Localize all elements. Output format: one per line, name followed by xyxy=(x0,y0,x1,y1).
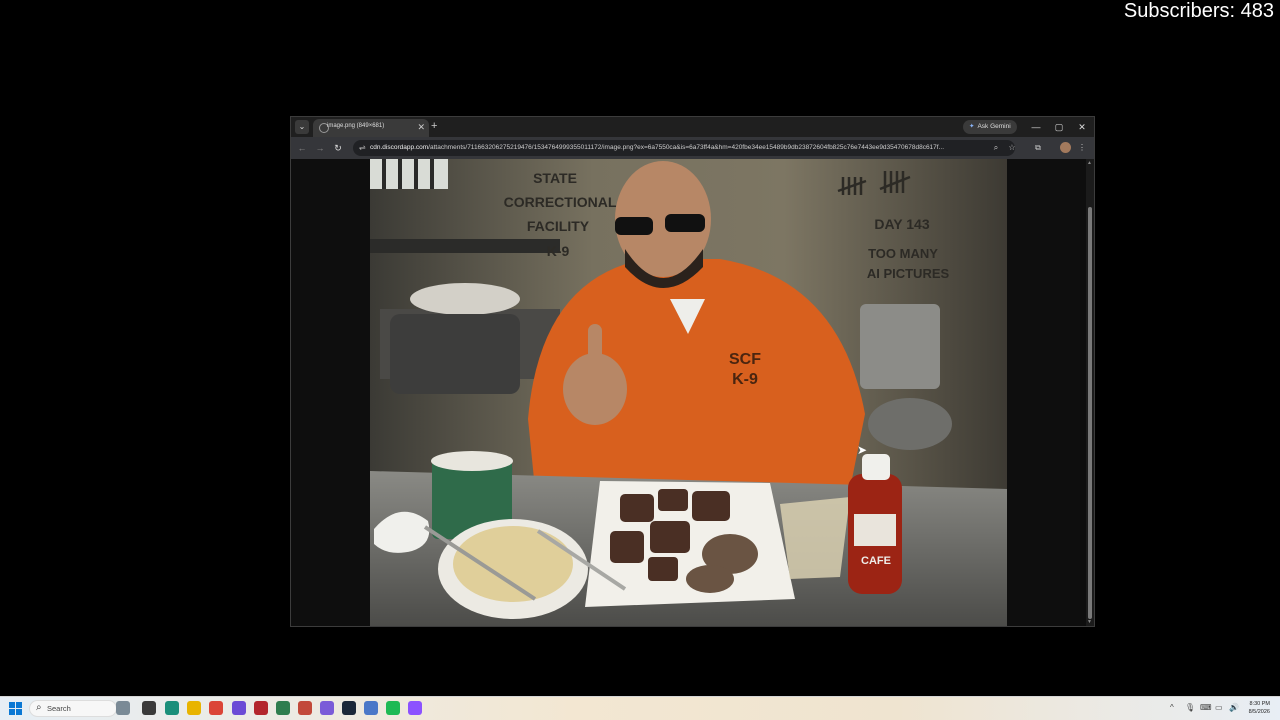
search-placeholder: Search xyxy=(47,704,71,713)
taskbar-app-grid-icon[interactable] xyxy=(320,701,334,715)
browser-window: ⌄ image.png (849×681) ✕ + ✦ Ask Gemini — … xyxy=(290,116,1095,627)
displayed-image[interactable]: STATE CORRECTIONAL FACILITY K-9 DAY 143 … xyxy=(370,159,1007,626)
taskbar-app-purple-icon[interactable] xyxy=(232,701,246,715)
ask-gemini-button[interactable]: ✦ Ask Gemini xyxy=(963,120,1017,134)
microphone-icon[interactable]: 🎙 xyxy=(1185,703,1195,713)
taskbar-app-blue-icon[interactable] xyxy=(364,701,378,715)
extensions-icon[interactable]: ⧉ xyxy=(1031,141,1045,155)
mouse-cursor-icon: ➤ xyxy=(857,443,868,457)
wall-text-state: STATE xyxy=(533,170,577,186)
scroll-down-arrow-icon[interactable]: ▼ xyxy=(1087,619,1092,625)
search-icon: ⌕ xyxy=(36,702,42,713)
shirt-text-k9: K-9 xyxy=(732,371,758,388)
taskbar-app-green-icon[interactable] xyxy=(276,701,290,715)
close-window-button[interactable]: ✕ xyxy=(1075,120,1089,134)
back-arrow-icon[interactable]: ← xyxy=(295,141,309,155)
close-icon[interactable]: ✕ xyxy=(417,122,425,132)
taskbar-edge-icon[interactable] xyxy=(165,701,179,715)
gemini-sparkle-icon: ✦ xyxy=(969,123,975,130)
url-text[interactable]: cdn.discordapp.com/attachments/711663206… xyxy=(370,143,990,153)
maximize-button[interactable]: ▢ xyxy=(1052,120,1066,134)
taskbar-app-red-icon[interactable] xyxy=(254,701,268,715)
wall-text-facility: FACILITY xyxy=(527,218,590,234)
desktop: Subscribers: 483 ⌄ image.png (849×681) ✕… xyxy=(0,0,1280,696)
windows-taskbar: ⌕ Search ^ 🎙 ⌨ ▭ 🔊 8:30 PM 8/5/2026 xyxy=(0,696,1280,720)
tab-title: image.png (849×681) xyxy=(327,123,385,129)
bottle-label: CAFE xyxy=(861,555,891,567)
system-clock[interactable]: 8:30 PM 8/5/2026 xyxy=(1249,700,1270,716)
taskbar-app-violet-icon[interactable] xyxy=(408,701,422,715)
minimize-button[interactable]: — xyxy=(1029,120,1043,134)
clock-time: 8:30 PM xyxy=(1249,701,1270,707)
taskbar-search-box[interactable]: ⌕ Search xyxy=(29,700,117,717)
vertical-scrollbar[interactable]: ▲ ▼ xyxy=(1086,159,1094,626)
clock-date: 8/5/2026 xyxy=(1248,709,1270,715)
taskbar-spotify-icon[interactable] xyxy=(386,701,400,715)
network-icon[interactable]: ▭ xyxy=(1215,703,1223,713)
ask-gemini-label: Ask Gemini xyxy=(977,123,1011,130)
page-viewport: STATE CORRECTIONAL FACILITY K-9 DAY 143 … xyxy=(291,159,1094,626)
volume-icon[interactable]: 🔊 xyxy=(1229,703,1239,713)
scroll-thumb[interactable] xyxy=(1088,207,1092,619)
wall-text-ai-pictures: AI PICTURES xyxy=(867,266,950,281)
tab-strip: ⌄ image.png (849×681) ✕ + ✦ Ask Gemini — … xyxy=(291,117,1094,137)
bookmark-star-icon[interactable]: ☆ xyxy=(1005,141,1019,155)
reload-icon[interactable]: ↻ xyxy=(331,141,345,155)
site-info-icon[interactable]: ⇌ xyxy=(359,143,366,153)
wall-text-correctional: CORRECTIONAL xyxy=(504,194,617,210)
wall-text-k9: K-9 xyxy=(547,243,570,259)
taskbar-chrome-icon[interactable] xyxy=(209,701,223,715)
tab-image[interactable]: image.png (849×681) ✕ xyxy=(313,119,429,137)
wall-text-day: DAY 143 xyxy=(874,216,929,232)
subscriber-counter: Subscribers: 483 xyxy=(1123,0,1274,22)
taskbar-steam-icon[interactable] xyxy=(342,701,356,715)
shirt-text-scf: SCF xyxy=(729,351,761,368)
tray-chevron-icon[interactable]: ^ xyxy=(1170,703,1174,713)
taskbar-weather-icon[interactable] xyxy=(116,701,130,715)
wall-text-too-many: TOO MANY xyxy=(868,246,938,261)
start-windows-icon[interactable] xyxy=(9,702,22,715)
url-path: /attachments/711663206275219476/15347649… xyxy=(428,144,945,151)
new-tab-button[interactable]: + xyxy=(431,120,437,133)
taskbar-file-explorer-icon[interactable] xyxy=(187,701,201,715)
address-bar[interactable]: ⇌ cdn.discordapp.com/attachments/7116632… xyxy=(353,140,1015,156)
profile-avatar[interactable] xyxy=(1060,142,1071,153)
url-host: cdn.discordapp.com xyxy=(370,144,429,151)
taskbar-app-photo-icon[interactable] xyxy=(298,701,312,715)
keyboard-icon[interactable]: ⌨ xyxy=(1200,703,1212,713)
scroll-up-arrow-icon[interactable]: ▲ xyxy=(1087,160,1092,166)
taskbar-task-view-icon[interactable] xyxy=(142,701,156,715)
browser-toolbar: ← → ↻ ⇌ cdn.discordapp.com/attachments/7… xyxy=(291,137,1094,159)
menu-kebab-icon[interactable]: ⋮ xyxy=(1075,141,1089,155)
prison-cell-photo: STATE CORRECTIONAL FACILITY K-9 DAY 143 … xyxy=(370,159,1007,626)
zoom-icon[interactable]: ⌕ xyxy=(989,141,1003,155)
forward-arrow-icon[interactable]: → xyxy=(313,141,327,155)
tab-search-icon[interactable]: ⌄ xyxy=(295,120,309,134)
